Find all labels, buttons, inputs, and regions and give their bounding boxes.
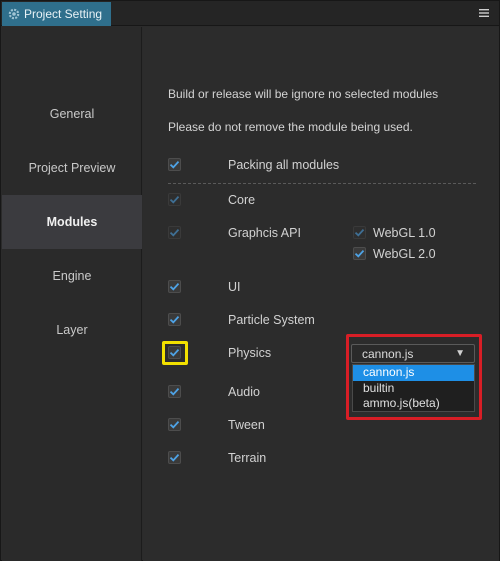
tween-label: Tween — [228, 418, 265, 432]
graphics-api-checkbox — [168, 226, 181, 239]
tween-checkbox[interactable] — [168, 418, 181, 431]
project-setting-window: Project Setting General Project Preview … — [0, 0, 500, 561]
sidebar-item-layer[interactable]: Layer — [2, 303, 142, 357]
option-builtin[interactable]: builtin — [353, 381, 474, 397]
sidebar-item-label: General — [49, 107, 95, 121]
particle-system-label: Particle System — [228, 313, 315, 327]
physics-checkbox[interactable] — [168, 346, 181, 359]
core-checkbox — [168, 193, 181, 206]
modules-panel: Build or release will be ignore no selec… — [143, 27, 499, 561]
option-cannon-js[interactable]: cannon.js — [353, 365, 474, 381]
core-label: Core — [228, 193, 256, 207]
settings-sidebar: General Project Preview Modules Engine L… — [2, 27, 142, 561]
sidebar-item-engine[interactable]: Engine — [2, 249, 142, 303]
physics-engine-select[interactable]: cannon.js ▼ — [351, 344, 475, 363]
physics-engine-options: cannon.js builtin ammo.js(beta) — [352, 364, 475, 412]
graphics-api-label: Graphcis API — [228, 226, 301, 240]
ui-checkbox[interactable] — [168, 280, 181, 293]
remove-warning: Please do not remove the module being us… — [168, 120, 413, 134]
sidebar-item-modules[interactable]: Modules — [2, 195, 142, 249]
option-ammo-js[interactable]: ammo.js(beta) — [353, 396, 474, 412]
audio-label: Audio — [228, 385, 260, 399]
particle-system-checkbox[interactable] — [168, 313, 181, 326]
webgl1-checkbox — [353, 226, 366, 239]
tab-title: Project Setting — [24, 7, 103, 21]
webgl1-label: WebGL 1.0 — [373, 226, 436, 240]
physics-engine-value: cannon.js — [362, 346, 414, 361]
terrain-label: Terrain — [228, 451, 267, 465]
packing-all-label: Packing all modules — [228, 158, 340, 172]
sidebar-item-label: Modules — [46, 215, 98, 229]
sidebar-item-label: Layer — [56, 323, 88, 337]
terrain-checkbox[interactable] — [168, 451, 181, 464]
tab-project-setting[interactable]: Project Setting — [2, 2, 111, 26]
ui-label: UI — [228, 280, 241, 294]
sidebar-item-label: Project Preview — [28, 161, 116, 175]
hamburger-icon[interactable] — [477, 5, 491, 21]
sidebar-item-project-preview[interactable]: Project Preview — [2, 141, 142, 195]
gear-icon — [8, 8, 20, 20]
packing-all-checkbox[interactable] — [168, 158, 181, 171]
ignore-note: Build or release will be ignore no selec… — [168, 87, 439, 101]
webgl2-label: WebGL 2.0 — [373, 247, 436, 261]
webgl2-checkbox[interactable] — [353, 247, 366, 260]
audio-checkbox[interactable] — [168, 385, 181, 398]
physics-label: Physics — [228, 346, 272, 360]
sidebar-item-general[interactable]: General — [2, 87, 142, 141]
divider — [168, 183, 476, 184]
title-bar: Project Setting — [1, 1, 499, 26]
sidebar-item-label: Engine — [52, 269, 92, 283]
dropdown-arrow-icon: ▼ — [455, 348, 465, 359]
